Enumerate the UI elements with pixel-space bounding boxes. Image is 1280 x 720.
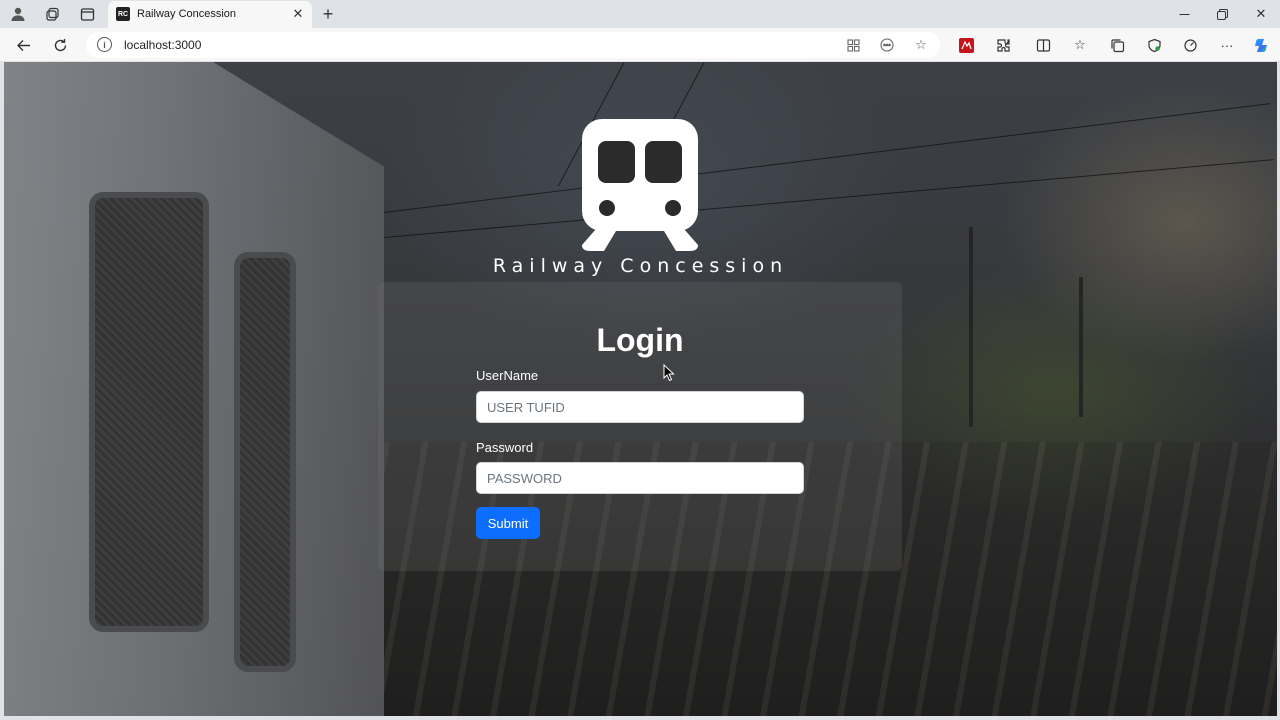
tab-actions-icon[interactable] (77, 5, 97, 23)
username-label: UserName (476, 368, 539, 383)
password-input[interactable] (476, 462, 804, 494)
app-available-icon[interactable] (844, 36, 862, 54)
password-label: Password (476, 440, 534, 455)
browser-essentials-icon[interactable] (1145, 36, 1163, 54)
back-icon[interactable] (12, 34, 34, 56)
login-title: Login (596, 322, 684, 358)
address-text[interactable]: localhost:3000 (124, 38, 201, 52)
submit-button[interactable]: Submit (476, 507, 540, 539)
reading-mode-icon[interactable] (878, 36, 896, 54)
favorites-icon[interactable]: ☆ (1071, 36, 1089, 54)
page-viewport: Railway Concession Login UserName Passwo… (4, 62, 1277, 716)
site-info-icon[interactable]: i (97, 37, 112, 52)
username-input[interactable] (476, 391, 804, 423)
mouse-cursor-icon (663, 364, 675, 382)
new-tab-icon[interactable]: + (318, 4, 338, 24)
copilot-icon[interactable] (1253, 36, 1271, 54)
split-screen-icon[interactable] (1034, 36, 1052, 54)
extensions-icon[interactable] (994, 36, 1012, 54)
favicon: RC (116, 7, 130, 21)
brand-title: Railway Concession (492, 255, 789, 277)
background-pole (1079, 277, 1083, 417)
more-menu-icon[interactable]: ··· (1218, 36, 1236, 54)
minimize-icon[interactable] (1172, 4, 1196, 24)
tab-bar: RC Railway Concession ✕ + ✕ (0, 0, 1280, 28)
pdf-extension-icon[interactable] (957, 36, 975, 54)
tab-close-icon[interactable]: ✕ (289, 5, 307, 23)
collections-icon[interactable] (1108, 36, 1126, 54)
address-bar[interactable]: i localhost:3000 ☆ (86, 32, 940, 58)
refresh-icon[interactable] (49, 34, 71, 56)
train-logo-icon (582, 119, 698, 251)
browser-toolbar: i localhost:3000 ☆ ☆ ··· (0, 28, 1280, 62)
performance-icon[interactable] (1181, 36, 1199, 54)
profile-icon[interactable] (8, 5, 28, 23)
restore-icon[interactable] (1210, 4, 1234, 24)
background-train-window (234, 252, 296, 672)
workspaces-icon[interactable] (42, 5, 62, 23)
favorite-star-icon[interactable]: ☆ (912, 36, 930, 54)
login-card: Login UserName Password Submit (378, 282, 902, 571)
tab-title: Railway Concession (137, 8, 237, 20)
close-window-icon[interactable]: ✕ (1249, 4, 1273, 24)
tab-railway-concession[interactable]: RC Railway Concession ✕ (108, 1, 312, 28)
